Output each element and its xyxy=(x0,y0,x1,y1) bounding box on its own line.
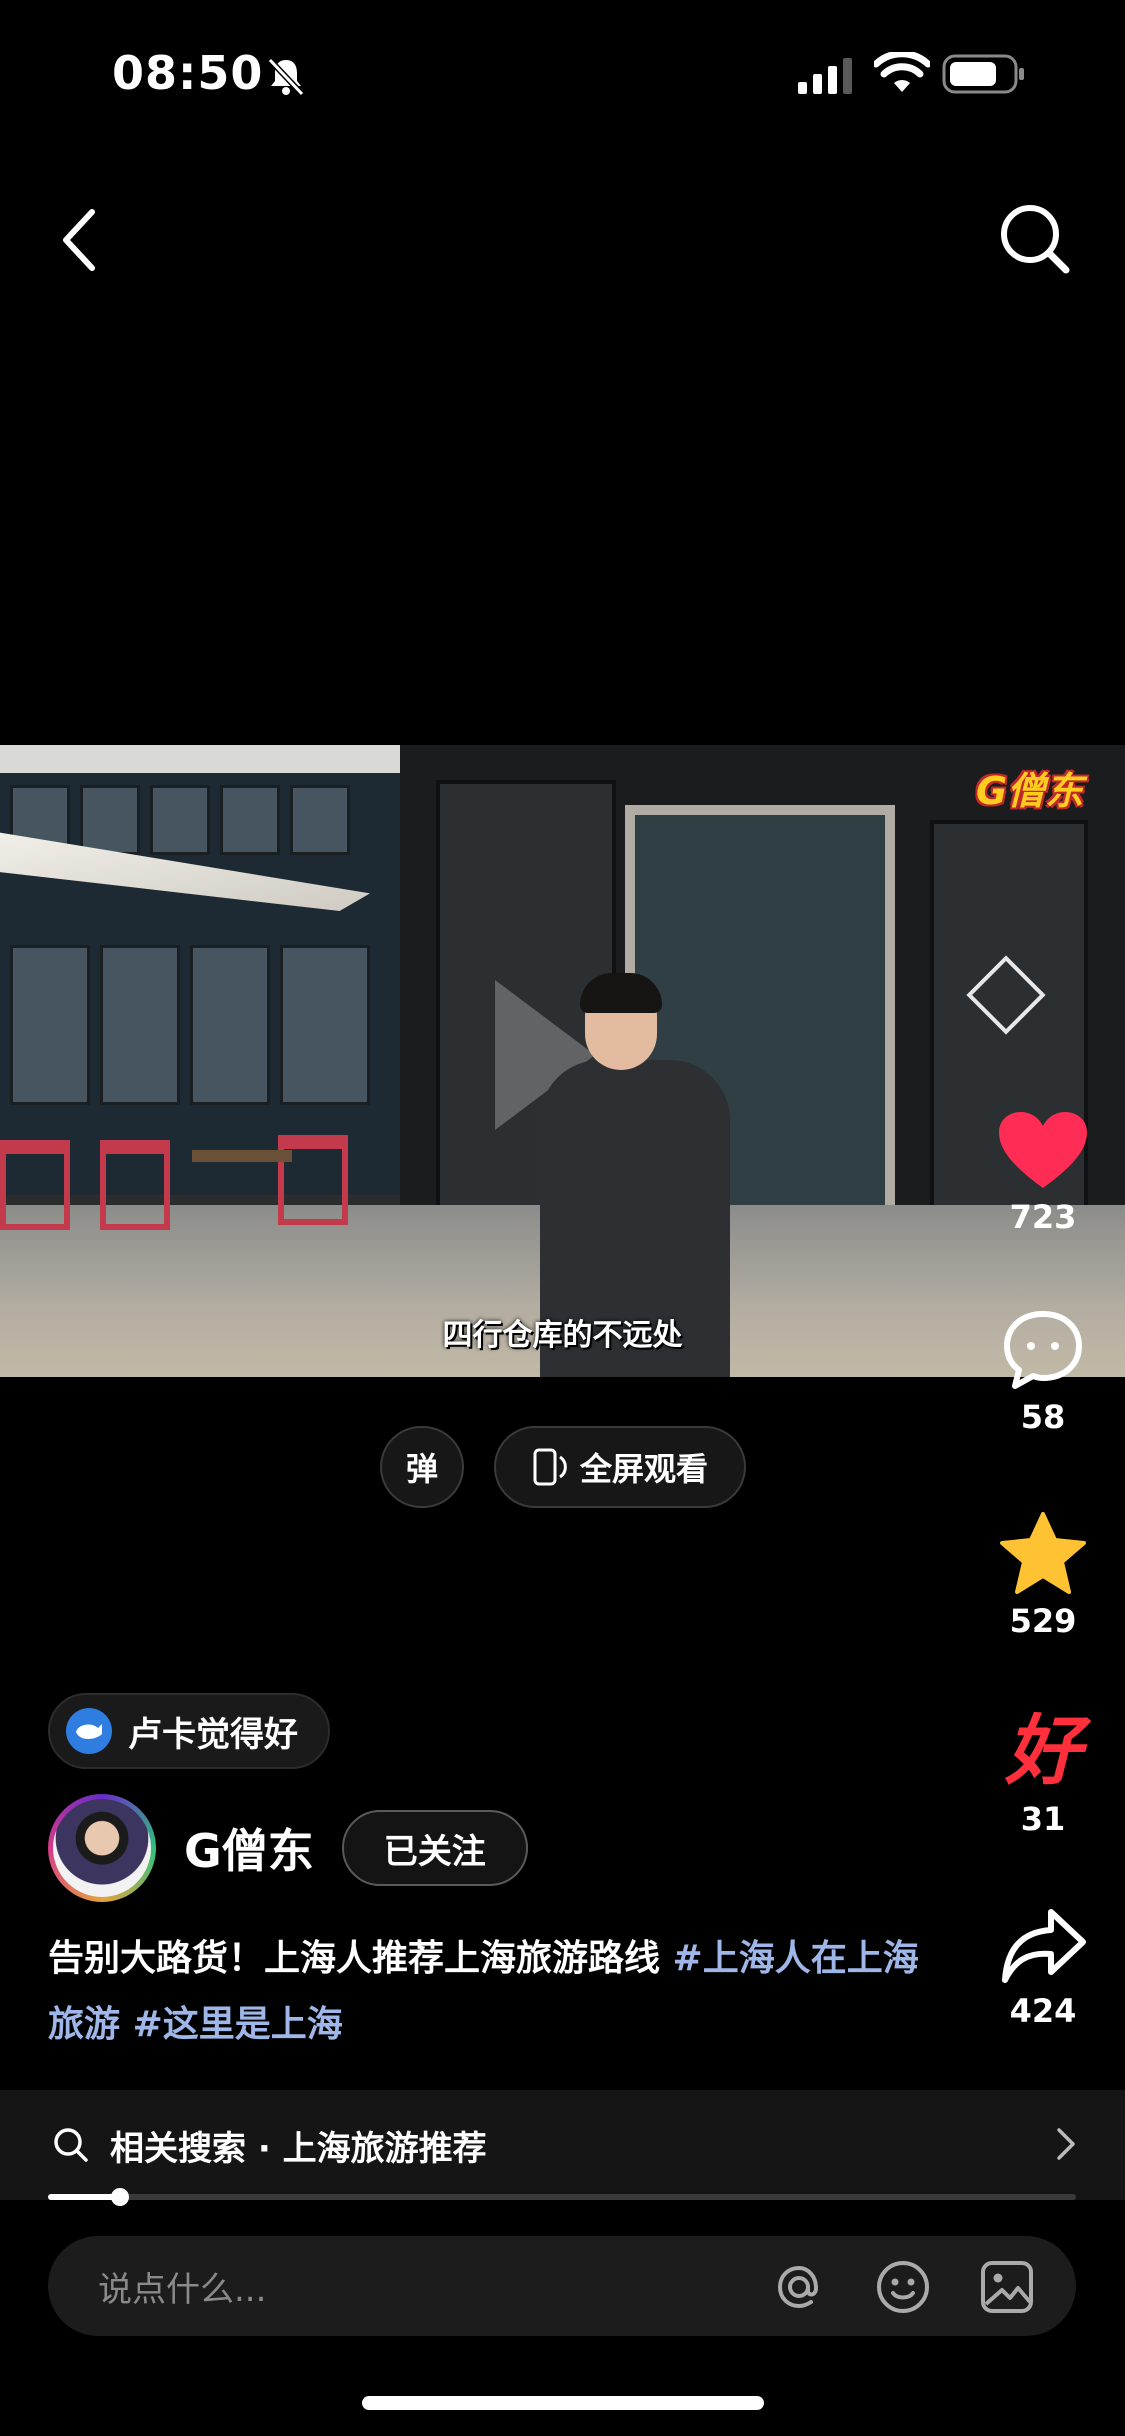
status-time: 08:50 xyxy=(112,46,264,100)
cellular-signal-icon xyxy=(798,58,852,94)
follow-button[interactable]: 已关注 xyxy=(341,1810,528,1886)
home-indicator[interactable] xyxy=(362,2396,764,2410)
comment-bubble-icon[interactable] xyxy=(1001,1308,1085,1392)
video-progress-fill xyxy=(48,2194,120,2200)
whale-icon xyxy=(66,1708,112,1754)
heart-icon[interactable] xyxy=(997,1110,1089,1192)
favorite-count: 529 xyxy=(1009,1602,1077,1640)
emoji-icon[interactable] xyxy=(874,2258,932,2316)
video-scene-window xyxy=(280,945,370,1105)
share-count: 424 xyxy=(1009,1992,1077,2030)
video-player[interactable] xyxy=(0,745,1125,1377)
status-bar: 08:50 xyxy=(0,0,1125,150)
description-text: 告别大路货！上海人推荐上海旅游路线 xyxy=(48,1938,673,1979)
hashtag-link[interactable]: #这里是上海 xyxy=(133,2004,343,2045)
video-scene-window xyxy=(10,945,90,1105)
comment-input[interactable]: 说点什么... xyxy=(48,2236,1076,2336)
good-action[interactable]: 好 31 xyxy=(978,1708,1108,1839)
comment-action[interactable]: 58 xyxy=(978,1308,1108,1436)
comment-placeholder: 说点什么... xyxy=(98,2269,267,2310)
bell-off-icon xyxy=(267,57,305,97)
author-name[interactable]: G僧东 xyxy=(184,1815,314,1881)
video-scene-window xyxy=(100,945,180,1105)
related-search-label: 相关搜索 · 上海旅游推荐 xyxy=(110,2128,487,2169)
video-scene-window xyxy=(220,785,280,855)
video-progress-handle[interactable] xyxy=(110,2188,129,2206)
video-scene-person-hair xyxy=(580,973,662,1013)
follow-label: 已关注 xyxy=(383,1831,486,1872)
good-count: 31 xyxy=(1020,1800,1066,1838)
favorite-action[interactable]: 529 xyxy=(978,1510,1108,1640)
search-icon[interactable] xyxy=(996,200,1076,280)
like-count: 723 xyxy=(1009,1198,1077,1236)
like-action[interactable]: 723 xyxy=(978,1110,1108,1236)
share-action[interactable]: 424 xyxy=(978,1906,1108,2030)
chevron-left-icon[interactable] xyxy=(52,200,112,280)
video-watermark: G僧东 xyxy=(976,769,1084,813)
topic-tag[interactable]: 卢卡觉得好 xyxy=(48,1693,330,1769)
battery-icon xyxy=(942,54,1024,94)
video-scene-chair xyxy=(100,1140,170,1230)
video-scene-window xyxy=(190,945,270,1105)
post-description: 告别大路货！上海人推荐上海旅游路线 #上海人在上海旅游 #这里是上海 xyxy=(48,1926,928,2058)
share-arrow-icon[interactable] xyxy=(999,1906,1087,1986)
rotate-phone-icon xyxy=(533,1448,567,1486)
comment-count: 58 xyxy=(1020,1398,1066,1436)
danmaku-label: 弹 xyxy=(405,1450,438,1488)
video-progress-bar[interactable] xyxy=(48,2188,1076,2206)
related-search-bar[interactable]: 相关搜索 · 上海旅游推荐 xyxy=(0,2090,1125,2200)
star-icon[interactable] xyxy=(998,1510,1088,1596)
chevron-right-icon xyxy=(1057,2128,1075,2160)
image-icon[interactable] xyxy=(978,2258,1036,2316)
video-subtitle: 四行仓库的不远处 xyxy=(442,1318,683,1353)
video-scene-window xyxy=(80,785,140,855)
fullscreen-button[interactable]: 全屏观看 xyxy=(494,1426,746,1508)
video-scene-chair xyxy=(0,1140,70,1230)
video-scene-window xyxy=(150,785,210,855)
topic-label: 卢卡觉得好 xyxy=(128,1714,298,1755)
search-icon xyxy=(54,2128,88,2162)
video-scene-window xyxy=(290,785,350,855)
video-scene-chair xyxy=(278,1135,348,1225)
author-row: G僧东 已关注 xyxy=(48,1793,528,1903)
fullscreen-label: 全屏观看 xyxy=(579,1450,708,1488)
avatar[interactable] xyxy=(48,1794,156,1902)
danmaku-button[interactable]: 弹 xyxy=(380,1426,464,1508)
video-scene-table xyxy=(192,1150,292,1162)
good-badge-icon[interactable]: 好 xyxy=(978,1708,1108,1794)
at-icon[interactable] xyxy=(770,2258,828,2316)
wifi-icon xyxy=(874,52,930,92)
